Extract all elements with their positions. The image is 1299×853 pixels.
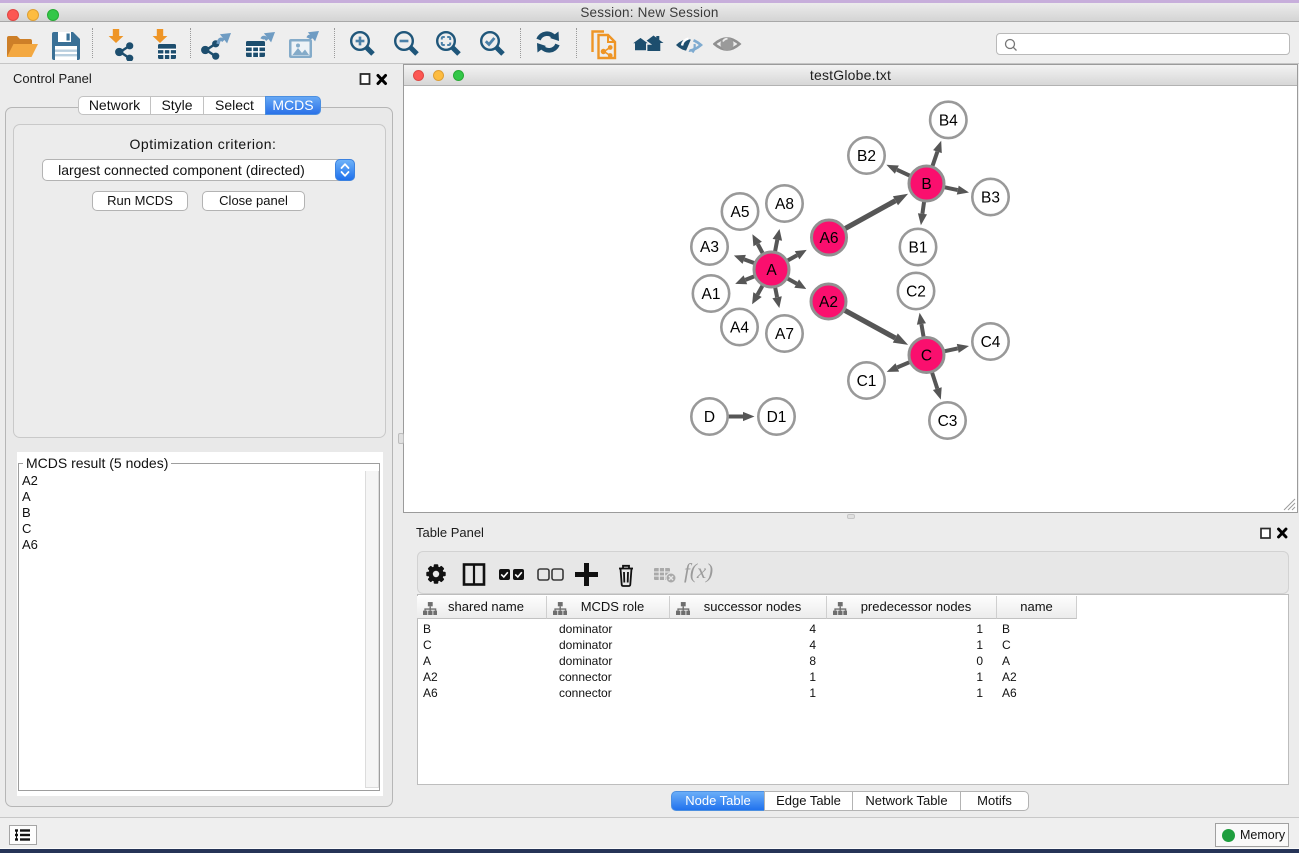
svg-text:D: D bbox=[704, 409, 715, 426]
svg-text:C3: C3 bbox=[938, 413, 958, 430]
svg-text:B3: B3 bbox=[981, 190, 1000, 207]
svg-text:A4: A4 bbox=[730, 320, 749, 337]
svg-text:A2: A2 bbox=[819, 294, 838, 311]
svg-text:A7: A7 bbox=[775, 326, 794, 343]
svg-text:D1: D1 bbox=[767, 409, 787, 426]
svg-text:A5: A5 bbox=[731, 204, 750, 221]
svg-text:C: C bbox=[921, 348, 932, 365]
svg-text:C1: C1 bbox=[857, 373, 877, 390]
svg-text:A6: A6 bbox=[820, 230, 839, 247]
svg-text:B2: B2 bbox=[857, 148, 876, 165]
svg-text:B4: B4 bbox=[939, 112, 958, 129]
svg-text:A3: A3 bbox=[700, 239, 719, 256]
svg-text:B: B bbox=[921, 176, 931, 193]
svg-text:C4: C4 bbox=[981, 334, 1001, 351]
svg-text:A8: A8 bbox=[775, 196, 794, 213]
svg-text:A1: A1 bbox=[702, 286, 721, 303]
svg-text:A: A bbox=[766, 262, 777, 279]
svg-text:C2: C2 bbox=[906, 284, 926, 301]
svg-text:B1: B1 bbox=[909, 240, 928, 257]
